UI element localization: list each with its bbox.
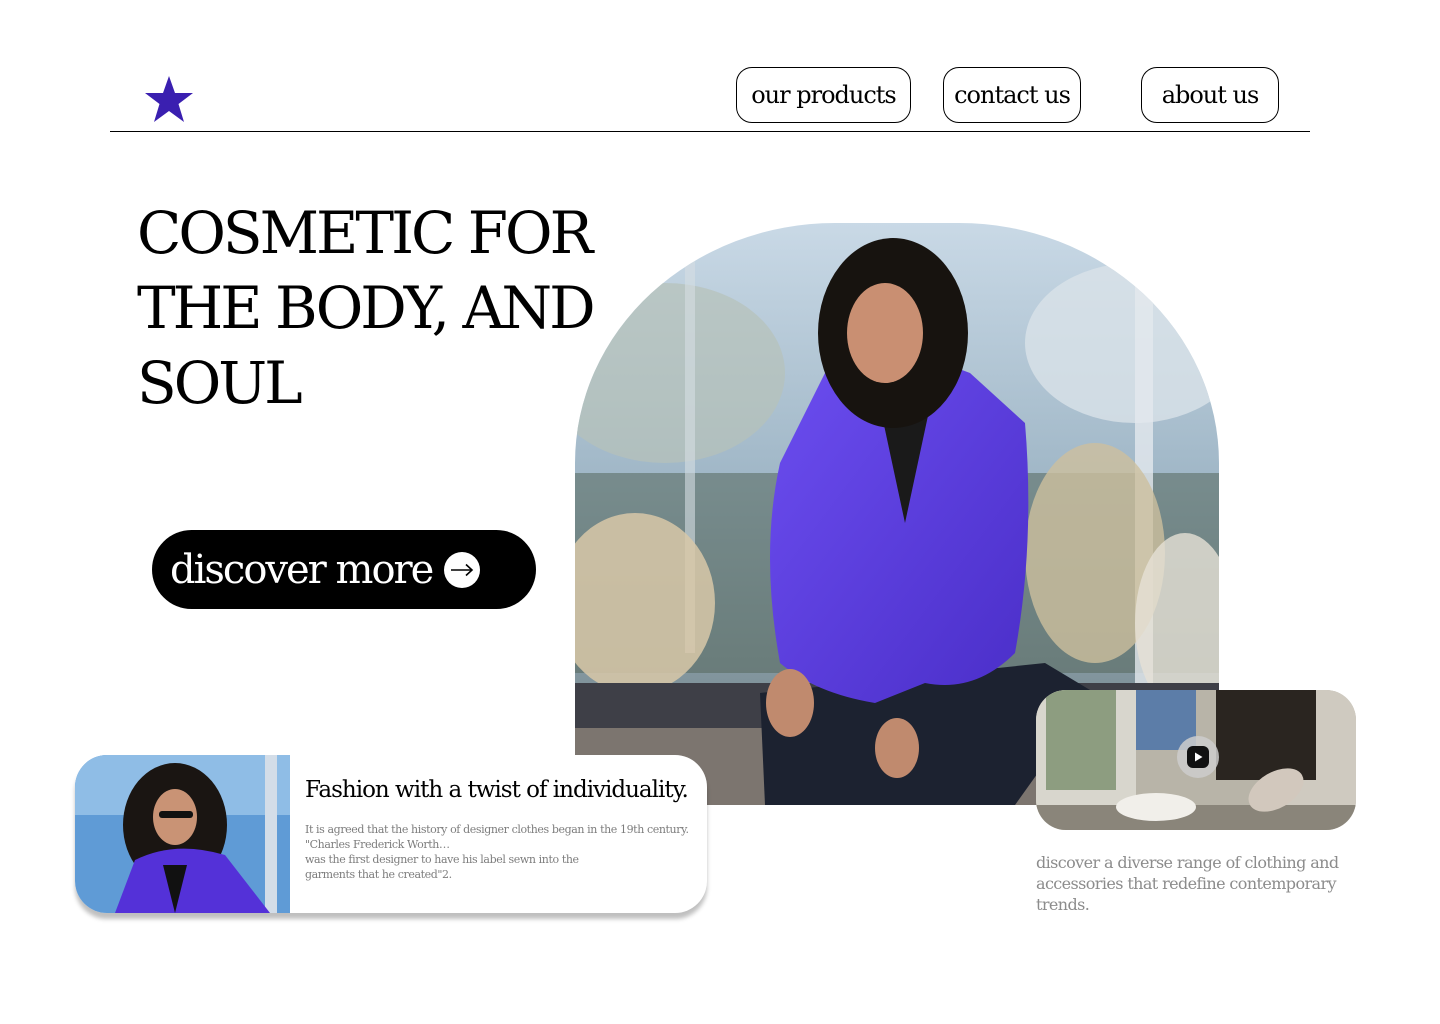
model-thumbnail-image [75, 755, 290, 913]
info-card-title: Fashion with a twist of individuality. [305, 777, 689, 803]
nav-our-products[interactable]: our products [736, 67, 911, 123]
play-icon [1187, 746, 1209, 768]
arrow-right-icon [444, 551, 481, 588]
header-divider [110, 131, 1310, 132]
hero-title: COSMETIC FOR THE BODY, AND SOUL [137, 199, 596, 417]
star-logo-icon[interactable] [144, 74, 194, 124]
video-caption: discover a diverse range of clothing and… [1036, 853, 1339, 914]
cta-label: discover more [170, 546, 434, 593]
discover-more-button[interactable]: discover more [152, 530, 536, 609]
nav-contact-us[interactable]: contact us [943, 67, 1081, 123]
play-button[interactable] [1177, 736, 1219, 778]
video-preview-card[interactable] [1036, 690, 1356, 830]
fashion-info-card[interactable]: Fashion with a twist of individuality. I… [75, 755, 707, 913]
info-card-text: It is agreed that the history of designe… [305, 823, 689, 881]
nav-about-us[interactable]: about us [1141, 67, 1279, 123]
